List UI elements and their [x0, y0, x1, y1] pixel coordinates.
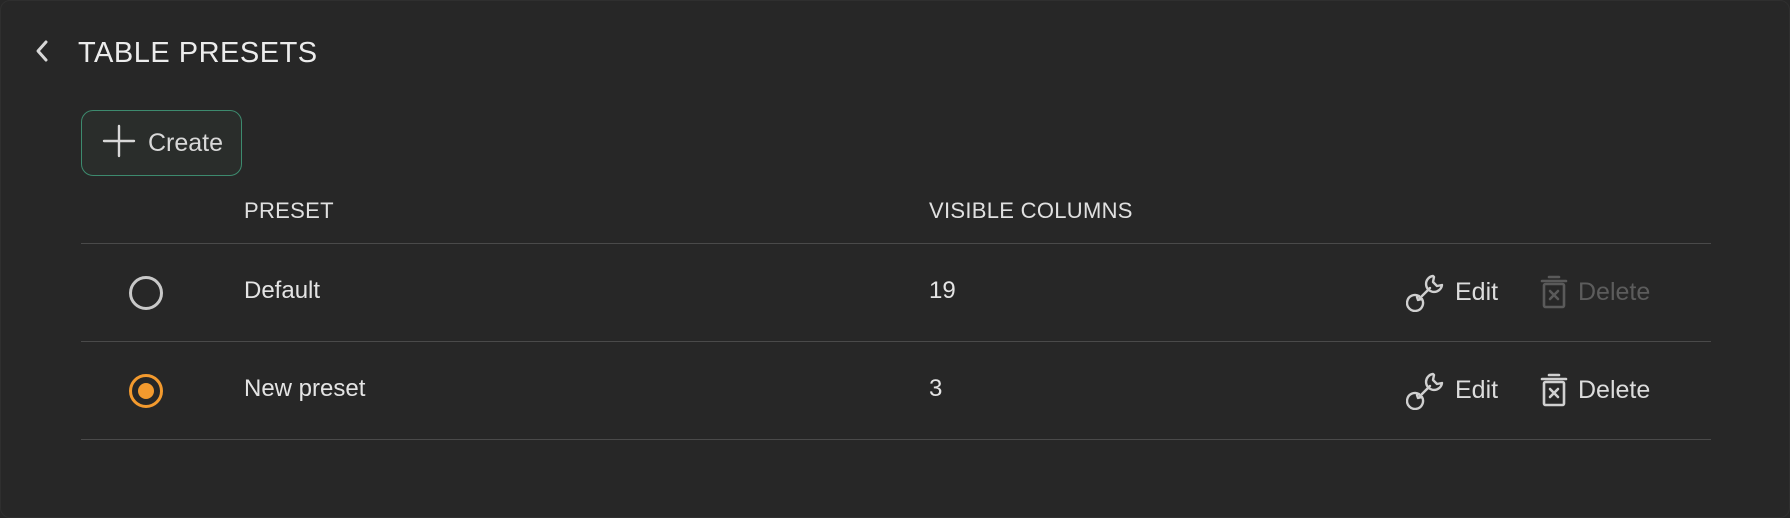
page-header: TABLE PRESETS: [31, 31, 318, 75]
table-row: Default 19 Edit Delete: [81, 244, 1711, 342]
edit-button-label: Edit: [1455, 375, 1499, 404]
wrench-icon: [1406, 370, 1446, 410]
create-button[interactable]: Create: [81, 110, 242, 176]
edit-button-label: Edit: [1455, 277, 1499, 306]
delete-button[interactable]: Delete: [1539, 370, 1650, 410]
table-header: PRESET VISIBLE COLUMNS: [81, 186, 1711, 244]
visible-columns-count: 3: [929, 375, 943, 402]
chevron-left-icon: [35, 39, 49, 68]
delete-button-label: Delete: [1578, 277, 1651, 306]
trash-icon: [1539, 371, 1569, 409]
back-button[interactable]: [31, 38, 53, 68]
table-presets-panel: TABLE PRESETS Create PRESET VISIBLE COLU…: [0, 0, 1790, 518]
column-header-preset: PRESET: [244, 198, 334, 223]
presets-table: PRESET VISIBLE COLUMNS Default 19 Edit D…: [81, 186, 1711, 440]
preset-name: New preset: [244, 375, 366, 402]
wrench-icon: [1406, 272, 1446, 312]
preset-radio[interactable]: [129, 276, 163, 310]
delete-button[interactable]: Delete: [1539, 272, 1650, 312]
edit-button[interactable]: Edit: [1406, 370, 1498, 410]
plus-icon: [102, 124, 136, 163]
page-title: TABLE PRESETS: [78, 36, 318, 69]
column-header-visible-columns: VISIBLE COLUMNS: [929, 198, 1133, 223]
table-row: New preset 3 Edit Delete: [81, 342, 1711, 440]
delete-button-label: Delete: [1578, 375, 1651, 404]
create-button-label: Create: [148, 128, 224, 157]
visible-columns-count: 19: [929, 277, 956, 304]
preset-name: Default: [244, 277, 321, 304]
trash-icon: [1539, 273, 1569, 311]
preset-radio[interactable]: [129, 374, 163, 408]
edit-button[interactable]: Edit: [1406, 272, 1498, 312]
